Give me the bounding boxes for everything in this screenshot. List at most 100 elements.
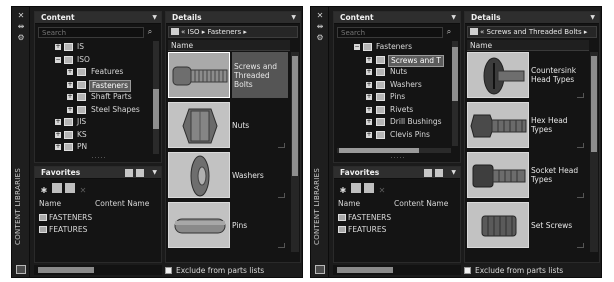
column-header-content-name[interactable]: Content Name bbox=[95, 199, 149, 208]
collapse-icon[interactable]: − bbox=[354, 44, 360, 50]
expand-icon[interactable]: + bbox=[366, 94, 372, 100]
tree-item[interactable]: + Drill Bushings bbox=[334, 116, 450, 129]
part-item[interactable]: Pins bbox=[168, 202, 288, 250]
auto-hide-icon[interactable]: ⇹ bbox=[315, 22, 325, 31]
scrollbar-thumb[interactable] bbox=[591, 56, 597, 152]
expand-icon[interactable]: + bbox=[55, 119, 61, 125]
tree-item[interactable]: + Washers bbox=[334, 79, 450, 92]
expand-icon[interactable]: + bbox=[366, 69, 372, 75]
library-icon[interactable] bbox=[16, 265, 26, 274]
auto-hide-icon[interactable]: ⇹ bbox=[16, 22, 26, 31]
breadcrumb[interactable]: « ISO ▸ Fasteners ▸ bbox=[168, 26, 298, 38]
tree-item[interactable]: + Steel Shapes bbox=[35, 104, 151, 117]
library-icon[interactable] bbox=[315, 265, 325, 274]
tree-item[interactable]: + Pins bbox=[334, 91, 450, 104]
scrollbar-thumb[interactable] bbox=[339, 148, 419, 153]
details-column-header-name[interactable]: Name bbox=[467, 40, 589, 51]
tree-scrollbar[interactable] bbox=[153, 41, 159, 154]
details-scrollbar[interactable] bbox=[590, 52, 598, 252]
tree-item[interactable]: − ISO bbox=[35, 54, 151, 67]
favorites-horizontal-scrollbar[interactable] bbox=[34, 265, 162, 275]
tree-item[interactable]: + JIS bbox=[35, 116, 151, 129]
checkbox-box[interactable] bbox=[165, 267, 172, 274]
delete-icon[interactable]: ✕ bbox=[78, 186, 88, 196]
chevron-down-icon[interactable]: ▼ bbox=[291, 12, 296, 24]
column-header-name[interactable]: Name bbox=[338, 199, 360, 208]
add-favorite-icon[interactable]: ✱ bbox=[338, 186, 348, 196]
part-item[interactable]: Countersink Head Types bbox=[467, 52, 587, 100]
close-icon[interactable]: ✕ bbox=[315, 11, 325, 20]
expand-icon[interactable]: + bbox=[366, 81, 372, 88]
chevron-down-icon[interactable]: ▼ bbox=[590, 12, 595, 24]
search-input[interactable] bbox=[337, 27, 443, 38]
favorite-item[interactable]: FASTENERS bbox=[338, 212, 391, 223]
scrollbar-thumb[interactable] bbox=[452, 47, 458, 101]
favorites-list-icon[interactable] bbox=[65, 183, 75, 193]
checkbox-box[interactable] bbox=[464, 267, 471, 274]
delete-icon[interactable]: ✕ bbox=[377, 186, 387, 196]
details-column-header-name[interactable]: Name bbox=[168, 40, 290, 51]
search-icon[interactable]: ⌕ bbox=[145, 26, 155, 38]
view-toggle-icon[interactable] bbox=[125, 169, 133, 177]
scrollbar-thumb[interactable] bbox=[153, 89, 159, 129]
search-icon[interactable]: ⌕ bbox=[444, 26, 454, 38]
tree-item[interactable]: + PN bbox=[35, 141, 151, 154]
tree-item[interactable]: − Fasteners bbox=[334, 41, 450, 54]
expand-icon[interactable]: + bbox=[366, 131, 372, 138]
tree-item[interactable]: + Nuts bbox=[334, 66, 450, 79]
part-item[interactable]: Hex Head Types bbox=[467, 102, 587, 150]
part-item[interactable]: Washers bbox=[168, 152, 288, 200]
scrollbar-thumb[interactable] bbox=[38, 267, 94, 273]
expand-icon[interactable]: + bbox=[67, 69, 73, 75]
column-header-name[interactable]: Name bbox=[39, 199, 61, 208]
exclude-from-parts-lists-checkbox[interactable]: Exclude from parts lists bbox=[165, 265, 299, 276]
breadcrumb-path[interactable]: « Screws and Threaded Bolts ▸ bbox=[480, 28, 587, 36]
tree-item-selected[interactable]: + Screws and T bbox=[334, 54, 450, 67]
favorites-horizontal-scrollbar[interactable] bbox=[333, 265, 461, 275]
expand-icon[interactable]: + bbox=[67, 81, 73, 88]
favorites-list-icon[interactable] bbox=[364, 183, 374, 193]
close-icon[interactable]: ✕ bbox=[16, 11, 26, 20]
details-scrollbar[interactable] bbox=[291, 52, 299, 252]
splitter-grip[interactable]: ····· bbox=[384, 156, 412, 162]
collapse-icon[interactable]: − bbox=[55, 56, 61, 63]
favorite-item[interactable]: FEATURES bbox=[338, 224, 386, 235]
chevron-down-icon[interactable]: ▼ bbox=[451, 167, 456, 179]
view-options-icon[interactable] bbox=[136, 169, 144, 177]
part-item[interactable]: Nuts bbox=[168, 102, 288, 150]
breadcrumb[interactable]: « Screws and Threaded Bolts ▸ bbox=[467, 26, 597, 38]
gear-icon[interactable]: ⚙ bbox=[16, 33, 26, 42]
exclude-from-parts-lists-checkbox[interactable]: Exclude from parts lists bbox=[464, 265, 598, 276]
view-options-icon[interactable] bbox=[435, 169, 443, 177]
view-toggle-icon[interactable] bbox=[424, 169, 432, 177]
column-header-content-name[interactable]: Content Name bbox=[394, 199, 448, 208]
tree-scrollbar[interactable] bbox=[452, 41, 458, 146]
tree-item[interactable]: + KS bbox=[35, 129, 151, 142]
splitter-grip[interactable]: ····· bbox=[85, 156, 113, 162]
new-folder-icon[interactable] bbox=[52, 183, 62, 193]
favorite-item[interactable]: FEATURES bbox=[39, 224, 87, 235]
chevron-down-icon[interactable]: ▼ bbox=[152, 167, 157, 179]
part-item[interactable]: Screws and Threaded Bolts bbox=[168, 52, 288, 100]
part-item[interactable]: Set Screws bbox=[467, 202, 587, 250]
tree-item-selected[interactable]: + Fasteners bbox=[35, 79, 151, 92]
expand-icon[interactable]: + bbox=[366, 106, 372, 113]
expand-icon[interactable]: + bbox=[55, 144, 61, 150]
favorite-item[interactable]: FASTENERS bbox=[39, 212, 92, 223]
chevron-down-icon[interactable]: ▼ bbox=[451, 12, 456, 24]
gear-icon[interactable]: ⚙ bbox=[315, 33, 325, 42]
scrollbar-thumb[interactable] bbox=[292, 56, 298, 176]
part-item[interactable]: Socket Head Types bbox=[467, 152, 587, 200]
scrollbar-thumb[interactable] bbox=[337, 267, 393, 273]
chevron-down-icon[interactable]: ▼ bbox=[152, 12, 157, 24]
tree-item[interactable]: + Features bbox=[35, 66, 151, 79]
search-input[interactable] bbox=[38, 27, 144, 38]
new-folder-icon[interactable] bbox=[351, 183, 361, 193]
tree-item[interactable]: + Rivets bbox=[334, 104, 450, 117]
expand-icon[interactable]: + bbox=[366, 119, 372, 125]
tree-item[interactable]: + Shaft Parts bbox=[35, 91, 151, 104]
tree-item[interactable]: + Clevis Pins bbox=[334, 129, 450, 142]
tree-item[interactable]: + IS bbox=[35, 41, 151, 54]
expand-icon[interactable]: + bbox=[55, 44, 61, 50]
tree-horizontal-scrollbar[interactable] bbox=[337, 148, 451, 153]
